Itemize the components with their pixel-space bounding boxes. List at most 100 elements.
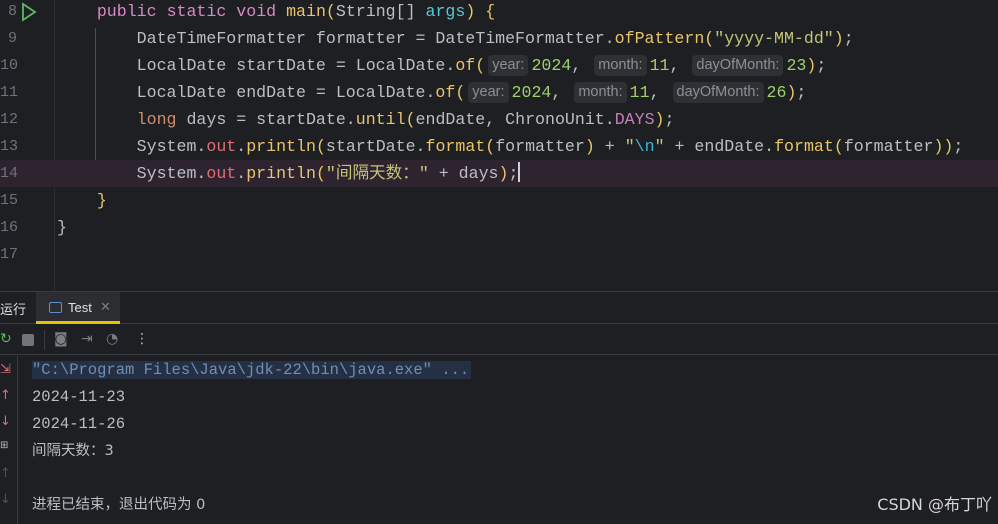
close-icon[interactable]: ✕ bbox=[100, 299, 111, 315]
code-token: 2024 bbox=[531, 56, 572, 75]
code-token: ) bbox=[584, 137, 595, 156]
code-token: ) bbox=[654, 110, 665, 129]
code-token: 11 bbox=[649, 56, 670, 75]
code-token: ( bbox=[833, 137, 844, 156]
code-token: ( bbox=[325, 2, 336, 21]
parameter-hint: year: bbox=[488, 55, 529, 76]
line-number: 15 bbox=[0, 192, 19, 209]
run-toolbar: ↻ ◙ ⇥ ◔ ⋮ bbox=[0, 325, 998, 355]
code-editor[interactable]: 8 public static void main(String[] args)… bbox=[0, 0, 998, 291]
code-line[interactable]: 11 LocalDate endDate = LocalDate.of(year… bbox=[0, 79, 998, 106]
code-token: format bbox=[774, 137, 834, 156]
code-line[interactable]: 14 System.out.println("间隔天数：" + days); bbox=[0, 160, 998, 187]
code-line[interactable]: 12 long days = startDate.until(endDate, … bbox=[0, 106, 998, 133]
code-token: ) bbox=[498, 164, 509, 183]
exit-icon[interactable]: ⇥ bbox=[81, 331, 93, 347]
code-token: DAYS bbox=[614, 110, 655, 129]
code-token: out bbox=[206, 137, 237, 156]
code-token: long bbox=[136, 110, 187, 129]
code-token: ) bbox=[465, 2, 486, 21]
code-token: ( bbox=[315, 164, 326, 183]
parameter-hint: dayOfMonth: bbox=[692, 55, 784, 76]
scroll-end-icon[interactable]: ⇲ bbox=[0, 362, 11, 377]
code-token: formatter bbox=[843, 137, 934, 156]
code-token: " bbox=[654, 137, 665, 156]
code-line[interactable]: 8 public static void main(String[] args)… bbox=[0, 0, 998, 25]
code-token: args bbox=[425, 2, 466, 21]
code-token: . bbox=[236, 137, 247, 156]
code-token: ; bbox=[816, 56, 827, 75]
run-panel-title: 运行 bbox=[0, 302, 27, 317]
code-token: println bbox=[246, 137, 316, 156]
rerun-icon[interactable]: ↻ bbox=[0, 331, 12, 347]
code-text: } bbox=[57, 187, 107, 214]
down-icon[interactable]: ↓ bbox=[0, 492, 11, 507]
code-line[interactable]: 15 } bbox=[0, 187, 998, 214]
code-token: \n bbox=[634, 137, 655, 156]
arrow-down-icon[interactable]: ↓ bbox=[0, 414, 11, 429]
code-token: format bbox=[425, 137, 486, 156]
code-token: , bbox=[571, 56, 592, 75]
code-token: "间隔天数：" bbox=[325, 164, 429, 183]
code-text: LocalDate endDate = LocalDate.of(year: 20… bbox=[57, 79, 806, 106]
code-token: ( bbox=[475, 56, 486, 75]
gauge-icon[interactable]: ◔ bbox=[106, 331, 118, 347]
code-token: static bbox=[166, 2, 237, 21]
code-token: startDate. bbox=[325, 137, 426, 156]
code-token: ; bbox=[508, 164, 519, 183]
code-token: 23 bbox=[786, 56, 807, 75]
code-token: out bbox=[206, 164, 237, 183]
code-token: DateTimeFormatter formatter = DateTimeFo… bbox=[57, 29, 615, 48]
code-token: } bbox=[57, 218, 67, 237]
code-token: of bbox=[435, 83, 456, 102]
stop-icon[interactable] bbox=[22, 334, 34, 346]
code-text: System.out.println("间隔天数：" + days); bbox=[57, 160, 521, 187]
code-token: of bbox=[455, 56, 476, 75]
line-number: 17 bbox=[0, 246, 19, 263]
code-token: ; bbox=[953, 137, 964, 156]
layout-icon[interactable]: ⊞ bbox=[0, 440, 8, 451]
code-token: println bbox=[246, 164, 316, 183]
line-number: 10 bbox=[0, 57, 19, 74]
line-number: 13 bbox=[0, 138, 19, 155]
code-token: String[] bbox=[335, 2, 426, 21]
watermark: CSDN @布丁吖 bbox=[877, 495, 992, 514]
console-icon bbox=[49, 302, 62, 313]
code-token: ( bbox=[485, 137, 496, 156]
code-text: long days = startDate.until(endDate, Chr… bbox=[57, 106, 675, 133]
code-token: 2024 bbox=[511, 83, 552, 102]
line-number: 12 bbox=[0, 111, 19, 128]
code-line[interactable]: 10 LocalDate startDate = LocalDate.of(ye… bbox=[0, 52, 998, 79]
code-token: ( bbox=[455, 83, 466, 102]
parameter-hint: month: bbox=[594, 55, 647, 76]
code-token: " bbox=[624, 137, 635, 156]
code-token: )) bbox=[933, 137, 954, 156]
tab-test[interactable]: Test ✕ bbox=[36, 292, 120, 324]
code-token: formatter bbox=[495, 137, 585, 156]
code-token: ( bbox=[405, 110, 416, 129]
code-token: ofPattern bbox=[614, 29, 705, 48]
code-line[interactable]: 17 bbox=[0, 241, 998, 268]
camera-icon[interactable]: ◙ bbox=[54, 331, 68, 347]
exit-code-line: 进程已结束，退出代码为 0 bbox=[32, 497, 206, 513]
code-token: ; bbox=[796, 83, 807, 102]
code-text: DateTimeFormatter formatter = DateTimeFo… bbox=[57, 25, 854, 52]
code-token: ) bbox=[806, 56, 817, 75]
code-line[interactable]: 9 DateTimeFormatter formatter = DateTime… bbox=[0, 25, 998, 52]
code-line[interactable]: 16} bbox=[0, 214, 998, 241]
console-line: 间隔天数：3 bbox=[32, 443, 114, 459]
toolbar-divider bbox=[44, 330, 45, 350]
console-line: "C:\Program Files\Java\jdk-22\bin\java.e… bbox=[32, 358, 472, 382]
up-icon[interactable]: ↑ bbox=[0, 466, 11, 481]
code-token: 11 bbox=[629, 83, 650, 102]
code-token: endDate, ChronoUnit. bbox=[415, 110, 615, 129]
code-line[interactable]: 13 System.out.println(startDate.format(f… bbox=[0, 133, 998, 160]
more-icon[interactable]: ⋮ bbox=[135, 331, 149, 347]
code-token: 26 bbox=[766, 83, 787, 102]
code-token: days = startDate. bbox=[186, 110, 356, 129]
arrow-up-icon[interactable]: ↑ bbox=[0, 388, 11, 403]
run-tab-bar: 运行 Test ✕ bbox=[0, 292, 998, 324]
code-token: void bbox=[236, 2, 287, 21]
text-caret bbox=[518, 162, 521, 182]
